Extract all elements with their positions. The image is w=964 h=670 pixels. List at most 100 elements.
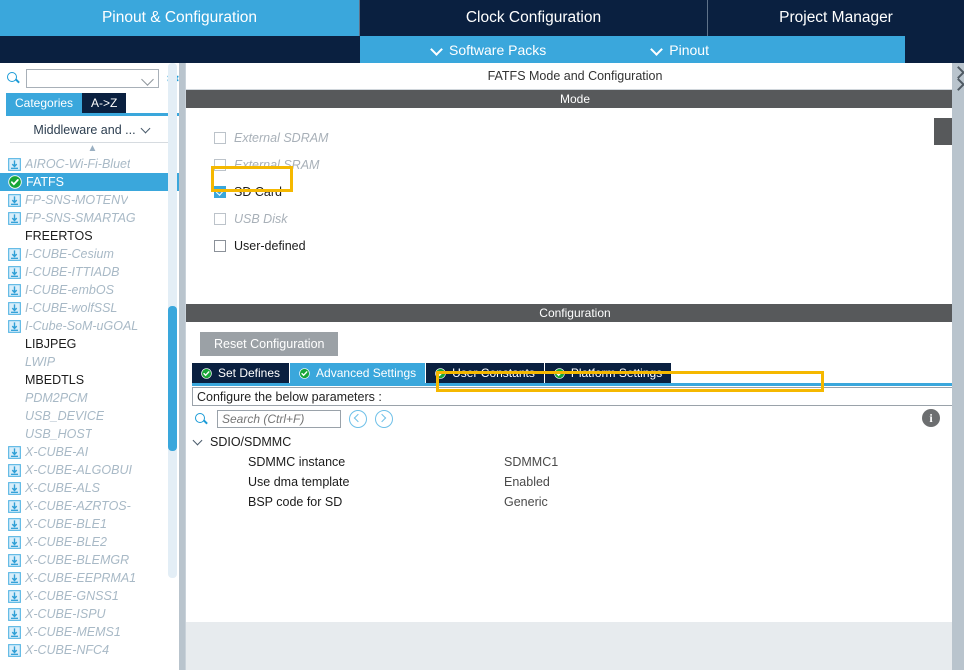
check-circle-icon <box>8 175 22 189</box>
configure-parameters-note-label: Configure the below parameters : <box>197 389 382 404</box>
sidebar-item-label: FP-SNS-MOTENV <box>25 193 129 207</box>
sidebar-item-label: X-CUBE-ALS <box>25 481 101 495</box>
checkbox[interactable] <box>214 131 226 144</box>
middleware-list[interactable]: AIROC-Wi-Fi-Bluet FATFS FP-SNS-MOTENV FP-SN… <box>0 155 185 670</box>
sort-indicator-icon[interactable]: ▲ <box>0 143 185 155</box>
sidebar-item-x-cube-eeprma1[interactable]: X-CUBE-EEPRMA1 <box>0 569 185 587</box>
tab-clock-configuration[interactable]: Clock Configuration <box>360 0 708 36</box>
mode-option-usb-disk[interactable]: USB Disk <box>214 205 964 232</box>
sidebar-item-usb-host[interactable]: USB_HOST <box>0 425 185 443</box>
sidebar-item-x-cube-mems1[interactable]: X-CUBE-MEMS1 <box>0 623 185 641</box>
sidebar-item-usb-device[interactable]: USB_DEVICE <box>0 407 185 425</box>
sidebar-item-label: LWIP <box>25 355 56 369</box>
info-icon[interactable]: i <box>922 409 940 427</box>
mode-option-user-defined[interactable]: User-defined <box>214 232 964 259</box>
search-icon <box>194 412 209 427</box>
download-icon <box>8 247 21 261</box>
parameter-row[interactable]: BSP code for SD Generic <box>186 492 964 512</box>
download-icon <box>8 553 21 567</box>
chevron-down-icon <box>652 44 663 55</box>
checkbox[interactable] <box>214 158 226 171</box>
reset-configuration-button[interactable]: Reset Configuration <box>200 332 339 356</box>
configure-parameters-note: Configure the below parameters : <box>192 387 958 406</box>
sidebar-scrollbar-thumb[interactable] <box>168 306 177 451</box>
sidebar-item-freertos[interactable]: FREERTOS <box>0 227 185 245</box>
sidebar-item-fatfs[interactable]: FATFS <box>0 173 185 191</box>
parameter-value[interactable]: SDMMC1 <box>504 455 558 469</box>
menu-pinout[interactable]: Pinout <box>652 42 709 58</box>
sidebar-item-x-cube-ai[interactable]: X-CUBE-AI <box>0 443 185 461</box>
menu-software-packs-label: Software Packs <box>449 41 547 58</box>
panel-edge-notch <box>934 118 952 145</box>
tab-pinout-configuration[interactable]: Pinout & Configuration <box>0 0 360 36</box>
chevron-left-circle-icon[interactable] <box>349 410 367 428</box>
config-tab-advanced-settings[interactable]: Advanced Settings <box>290 363 427 383</box>
page-title: FATFS Mode and Configuration <box>186 63 964 90</box>
parameter-value[interactable]: Generic <box>504 495 548 509</box>
chevron-right-circle-icon[interactable] <box>375 410 393 428</box>
sidebar-item-fp-sns-smartag[interactable]: FP-SNS-SMARTAG <box>0 209 185 227</box>
menu-software-packs[interactable]: Software Packs <box>432 42 546 58</box>
check-circle-icon <box>435 367 446 379</box>
sidebar-item-i-cube-som-ugoal[interactable]: I-Cube-SoM-uGOAL <box>0 317 185 335</box>
checkbox[interactable] <box>214 212 226 225</box>
tree-group-sdio-sdmmc[interactable]: SDIO/SDMMC <box>186 432 964 452</box>
tab-categories[interactable]: Categories <box>6 93 83 113</box>
tab-a-to-z[interactable]: A->Z <box>82 93 127 113</box>
middleware-group-header[interactable]: Middleware and ... <box>10 118 175 143</box>
parameter-row[interactable]: SDMMC instance SDMMC1 <box>186 452 964 472</box>
sidebar-item-x-cube-nfc4[interactable]: X-CUBE-NFC4 <box>0 641 185 659</box>
chevron-down-icon[interactable] <box>194 437 204 447</box>
config-tab-platform-settings[interactable]: Platform Settings <box>544 363 673 383</box>
check-circle-icon <box>201 367 212 379</box>
download-icon <box>8 499 21 513</box>
sidebar-item-i-cube-embos[interactable]: I-CUBE-embOS <box>0 281 185 299</box>
chevron-right-icon <box>951 78 964 91</box>
mode-option-external-sdram[interactable]: External SDRAM <box>214 124 964 151</box>
search-input[interactable] <box>26 69 159 88</box>
parameter-name: Use dma template <box>248 475 350 489</box>
checkbox[interactable] <box>214 239 226 252</box>
config-panel: FATFS Mode and Configuration Mode Extern… <box>186 63 964 670</box>
sidebar-item-i-cube-cesium[interactable]: I-CUBE-Cesium <box>0 245 185 263</box>
chevron-down-icon <box>141 73 154 86</box>
sub-tab-bar: Software Packs Pinout <box>0 36 964 63</box>
parameter-row[interactable]: Use dma template Enabled <box>186 472 964 492</box>
sidebar-item-label: FP-SNS-SMARTAG <box>25 211 136 225</box>
sidebar-scrollbar[interactable] <box>168 63 177 578</box>
sidebar-item-x-cube-als[interactable]: X-CUBE-ALS <box>0 479 185 497</box>
mode-section-header: Mode <box>186 90 964 108</box>
sidebar-item-x-cube-ispu[interactable]: X-CUBE-ISPU <box>0 605 185 623</box>
sidebar-item-label: I-CUBE-wolfSSL <box>25 301 118 315</box>
mode-option-external-sram[interactable]: External SRAM <box>214 151 964 178</box>
config-tab-user-constants[interactable]: User Constants <box>426 363 545 383</box>
sidebar-item-fp-sns-motenv[interactable]: FP-SNS-MOTENV <box>0 191 185 209</box>
sidebar-item-x-cube-algobui[interactable]: X-CUBE-ALGOBUI <box>0 461 185 479</box>
component-sidebar: Categories A->Z Middleware and ... ▲ AIR… <box>0 63 186 670</box>
checkbox[interactable] <box>214 185 226 198</box>
sidebar-item-mbedtls[interactable]: MBEDTLS <box>0 371 185 389</box>
parameter-search-input[interactable] <box>217 410 341 428</box>
sidebar-item-x-cube-azrtos[interactable]: X-CUBE-AZRTOS- <box>0 497 185 515</box>
sidebar-item-pdm2pcm[interactable]: PDM2PCM <box>0 389 185 407</box>
main-tab-bar: Pinout & Configuration Clock Configurati… <box>0 0 964 36</box>
tab-project-manager[interactable]: Project Manager <box>708 0 964 36</box>
sidebar-item-x-cube-gnss1[interactable]: X-CUBE-GNSS1 <box>0 587 185 605</box>
sidebar-item-x-cube-ble2[interactable]: X-CUBE-BLE2 <box>0 533 185 551</box>
collapse-panel-handle[interactable] <box>951 65 964 111</box>
sidebar-item-x-cube-blemgr[interactable]: X-CUBE-BLEMGR <box>0 551 185 569</box>
sidebar-item-lwip[interactable]: LWIP <box>0 353 185 371</box>
tab-project-manager-label: Project Manager <box>779 9 893 26</box>
sidebar-item-i-cube-wolfssl[interactable]: I-CUBE-wolfSSL <box>0 299 185 317</box>
config-tab-set-defines[interactable]: Set Defines <box>192 363 291 383</box>
sidebar-item-label: I-CUBE-ITTIADB <box>25 265 120 279</box>
sidebar-item-libjpeg[interactable]: LIBJPEG <box>0 335 185 353</box>
sidebar-item-airoc-wi-fi-bluet[interactable]: AIROC-Wi-Fi-Bluet <box>0 155 185 173</box>
sidebar-item-label: X-CUBE-MEMS1 <box>25 625 121 639</box>
sidebar-item-i-cube-ittiadb[interactable]: I-CUBE-ITTIADB <box>0 263 185 281</box>
mode-option-sd-card[interactable]: SD Card <box>214 178 964 205</box>
parameter-value[interactable]: Enabled <box>504 475 550 489</box>
sidebar-item-label: X-CUBE-NFC4 <box>25 643 110 657</box>
sidebar-item-x-cube-ble1[interactable]: X-CUBE-BLE1 <box>0 515 185 533</box>
sidebar-item-label: X-CUBE-BLE1 <box>25 517 107 531</box>
